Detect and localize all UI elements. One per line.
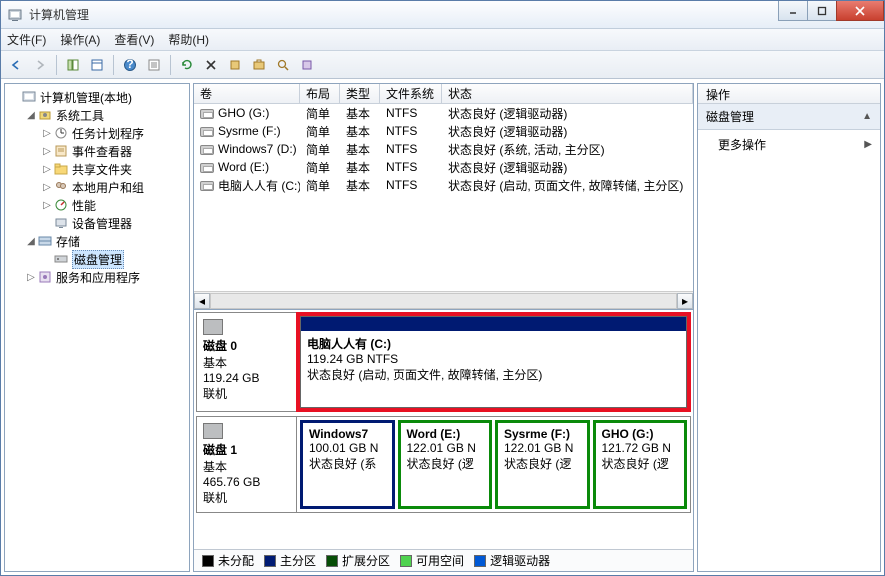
minimize-button[interactable] — [778, 1, 808, 21]
titlebar[interactable]: 计算机管理 — [1, 1, 884, 29]
tree-system-tools[interactable]: ◢系统工具 — [7, 106, 187, 124]
show-hide-tree-button[interactable] — [62, 54, 84, 76]
legend-primary: 主分区 — [264, 552, 316, 569]
scroll-left-arrow[interactable]: ◂ — [194, 293, 210, 309]
close-button[interactable] — [836, 1, 884, 21]
help-button[interactable]: ? — [119, 54, 141, 76]
disk-0-row[interactable]: 磁盘 0 基本 119.24 GB 联机 电脑人人有 (C:) 119.24 G… — [196, 312, 691, 412]
tree-disk-management[interactable]: 磁盘管理 — [7, 250, 187, 268]
disk-0-partition-c[interactable]: 电脑人人有 (C:) 119.24 GB NTFS 状态良好 (启动, 页面文件… — [300, 316, 687, 408]
chevron-right-icon: ▶ — [864, 139, 872, 150]
horizontal-scrollbar[interactable]: ◂ ▸ — [194, 291, 693, 309]
col-volume[interactable]: 卷 — [194, 84, 300, 103]
disk-0-online: 联机 — [203, 385, 290, 402]
disk-1-size: 465.76 GB — [203, 475, 290, 489]
legend-free: 可用空间 — [400, 552, 464, 569]
volume-row[interactable]: Sysrme (F:)简单基本NTFS状态良好 (逻辑驱动器) — [194, 122, 693, 140]
tree-storage[interactable]: ◢存储 — [7, 232, 187, 250]
col-type[interactable]: 类型 — [340, 84, 380, 103]
settings-button[interactable] — [224, 54, 246, 76]
disk-1-partition[interactable]: Sysrme (F:)122.01 GB N状态良好 (逻 — [495, 420, 590, 509]
find-button[interactable] — [272, 54, 294, 76]
volume-row[interactable]: GHO (G:)简单基本NTFS状态良好 (逻辑驱动器) — [194, 104, 693, 122]
disk-1-row[interactable]: 磁盘 1 基本 465.76 GB 联机 Windows7100.01 GB N… — [196, 416, 691, 513]
disk-0-label: 磁盘 0 — [203, 337, 290, 354]
disk-0-info: 磁盘 0 基本 119.24 GB 联机 — [197, 313, 297, 411]
wizard-button[interactable] — [296, 54, 318, 76]
view-list-button[interactable] — [143, 54, 165, 76]
tree-local-users[interactable]: ▷本地用户和组 — [7, 178, 187, 196]
disk-1-partition[interactable]: Windows7100.01 GB N状态良好 (系 — [300, 420, 395, 509]
disk-icon — [203, 319, 223, 335]
col-fs[interactable]: 文件系统 — [380, 84, 442, 103]
partition-status: 状态良好 (启动, 页面文件, 故障转储, 主分区) — [307, 366, 680, 383]
menu-action[interactable]: 操作(A) — [60, 31, 100, 48]
legend-unallocated: 未分配 — [202, 552, 254, 569]
delete-button[interactable] — [200, 54, 222, 76]
volume-row[interactable]: 电脑人人有 (C:)简单基本NTFS状态良好 (启动, 页面文件, 故障转储, … — [194, 176, 693, 194]
disk-icon — [203, 423, 223, 439]
body: 计算机管理(本地) ◢系统工具 ▷任务计划程序 ▷事件查看器 ▷共享文件夹 ▷本… — [1, 79, 884, 575]
col-status[interactable]: 状态 — [442, 84, 693, 103]
menu-view[interactable]: 查看(V) — [114, 31, 154, 48]
partition-bar — [301, 317, 686, 331]
disk-graphical-view: 磁盘 0 基本 119.24 GB 联机 电脑人人有 (C:) 119.24 G… — [194, 310, 693, 549]
volume-header: 卷 布局 类型 文件系统 状态 — [194, 84, 693, 104]
legend-logical: 逻辑驱动器 — [474, 552, 550, 569]
tree-task-scheduler[interactable]: ▷任务计划程序 — [7, 124, 187, 142]
col-layout[interactable]: 布局 — [300, 84, 340, 103]
disk-1-partition[interactable]: Word (E:)122.01 GB N状态良好 (逻 — [398, 420, 493, 509]
main-content: 卷 布局 类型 文件系统 状态 GHO (G:)简单基本NTFS状态良好 (逻辑… — [193, 83, 694, 572]
back-button[interactable] — [5, 54, 27, 76]
window-title: 计算机管理 — [29, 6, 779, 23]
actions-more[interactable]: 更多操作 ▶ — [698, 130, 880, 159]
disk-1-info: 磁盘 1 基本 465.76 GB 联机 — [197, 417, 297, 512]
svg-text:?: ? — [126, 58, 133, 71]
app-icon — [7, 7, 23, 23]
maximize-button[interactable] — [807, 1, 837, 21]
actions-header: 操作 — [698, 84, 880, 104]
disk-1-basic: 基本 — [203, 458, 290, 475]
tree-event-viewer[interactable]: ▷事件查看器 — [7, 142, 187, 160]
volume-row[interactable]: Word (E:)简单基本NTFS状态良好 (逻辑驱动器) — [194, 158, 693, 176]
disk-0-basic: 基本 — [203, 354, 290, 371]
disk-0-size: 119.24 GB — [203, 371, 290, 385]
forward-button[interactable] — [29, 54, 51, 76]
tree-services-apps[interactable]: ▷服务和应用程序 — [7, 268, 187, 286]
partition-detail: 119.24 GB NTFS — [307, 352, 680, 366]
disk-1-label: 磁盘 1 — [203, 441, 290, 458]
properties-button[interactable] — [86, 54, 108, 76]
volume-list: 卷 布局 类型 文件系统 状态 GHO (G:)简单基本NTFS状态良好 (逻辑… — [194, 84, 693, 310]
legend: 未分配 主分区 扩展分区 可用空间 逻辑驱动器 — [194, 549, 693, 571]
refresh-button[interactable] — [176, 54, 198, 76]
scroll-right-arrow[interactable]: ▸ — [677, 293, 693, 309]
computer-management-window: 计算机管理 文件(F) 操作(A) 查看(V) 帮助(H) ? — [0, 0, 885, 576]
tree-root[interactable]: 计算机管理(本地) — [7, 88, 187, 106]
menubar: 文件(F) 操作(A) 查看(V) 帮助(H) — [1, 29, 884, 51]
collapse-icon: ▲ — [862, 111, 872, 122]
tree-performance[interactable]: ▷性能 — [7, 196, 187, 214]
toolbar: ? — [1, 51, 884, 79]
tree-device-manager[interactable]: 设备管理器 — [7, 214, 187, 232]
disk-1-online: 联机 — [203, 489, 290, 506]
actions-pane: 操作 磁盘管理 ▲ 更多操作 ▶ — [697, 83, 881, 572]
disk-1-partition[interactable]: GHO (G:)121.72 GB N状态良好 (逻 — [593, 420, 688, 509]
volume-row[interactable]: Windows7 (D:)简单基本NTFS状态良好 (系统, 活动, 主分区) — [194, 140, 693, 158]
scroll-track[interactable] — [210, 293, 677, 309]
tree-shared-folders[interactable]: ▷共享文件夹 — [7, 160, 187, 178]
volume-rows: GHO (G:)简单基本NTFS状态良好 (逻辑驱动器)Sysrme (F:)简… — [194, 104, 693, 291]
legend-extended: 扩展分区 — [326, 552, 390, 569]
actions-section[interactable]: 磁盘管理 ▲ — [698, 104, 880, 130]
menu-help[interactable]: 帮助(H) — [168, 31, 209, 48]
rescan-button[interactable] — [248, 54, 270, 76]
partition-name: 电脑人人有 (C:) — [307, 335, 680, 352]
menu-file[interactable]: 文件(F) — [7, 31, 46, 48]
navigation-tree: 计算机管理(本地) ◢系统工具 ▷任务计划程序 ▷事件查看器 ▷共享文件夹 ▷本… — [4, 83, 190, 572]
